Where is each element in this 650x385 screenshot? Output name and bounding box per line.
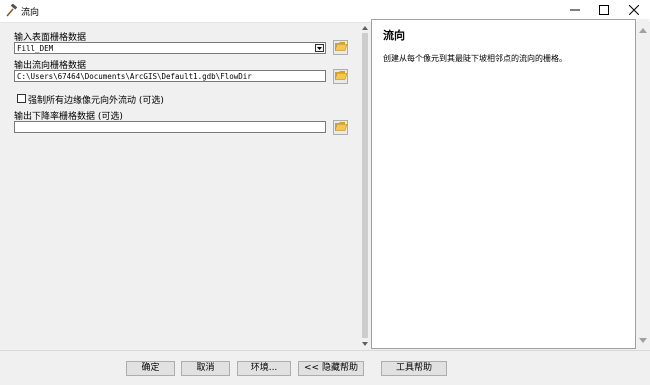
scroll-up-icon[interactable] [639,25,647,35]
force-edge-checkbox[interactable] [17,94,26,103]
scroll-up-icon[interactable] [362,24,368,32]
scrollbar-thumb[interactable] [362,33,368,338]
scroll-down-icon[interactable] [639,335,647,345]
environments-button[interactable]: 环境... [237,361,291,376]
hammer-tool-icon [5,3,19,18]
parameters-scrollbar[interactable] [361,23,369,349]
button-bar: 确定 取消 环境... << 隐藏帮助 工具帮助 [0,350,650,385]
help-title: 流向 [383,29,405,42]
drop-raster-browse-button[interactable] [333,120,348,135]
close-icon [628,4,640,18]
parameters-panel: 输入表面栅格数据 Fill_DEM 输出流向栅格数据 C:\Users\6746… [8,23,360,349]
input-raster-browse-button[interactable] [333,40,348,55]
output-raster-input[interactable]: C:\Users\67464\Documents\ArcGIS\Default1… [14,70,326,82]
help-scrollbar[interactable] [637,19,649,349]
folder-open-icon [334,70,347,83]
input-raster-combobox[interactable]: Fill_DEM [14,42,326,54]
output-raster-value: C:\Users\67464\Documents\ArcGIS\Default1… [17,72,252,81]
minimize-icon [570,5,580,18]
drop-raster-input[interactable] [14,121,326,133]
help-panel: 流向 创建从每个像元到其最陡下坡相邻点的流向的栅格。 [371,19,636,349]
folder-open-icon [334,121,347,134]
folder-open-icon [334,41,347,54]
tool-help-button[interactable]: 工具帮助 [381,361,447,376]
cancel-button[interactable]: 取消 [181,361,230,376]
force-edge-label: 强制所有边缘像元向外流动 (可选) [28,96,164,106]
hide-help-button[interactable]: << 隐藏帮助 [298,361,364,376]
input-raster-value: Fill_DEM [17,44,54,53]
chevron-down-icon[interactable] [315,44,324,52]
maximize-icon [599,4,609,18]
ok-button[interactable]: 确定 [126,361,175,376]
scroll-down-icon[interactable] [362,340,368,348]
help-description: 创建从每个像元到其最陡下坡相邻点的流向的栅格。 [383,54,567,63]
window-title: 流向 [21,8,40,18]
output-raster-browse-button[interactable] [333,69,348,84]
